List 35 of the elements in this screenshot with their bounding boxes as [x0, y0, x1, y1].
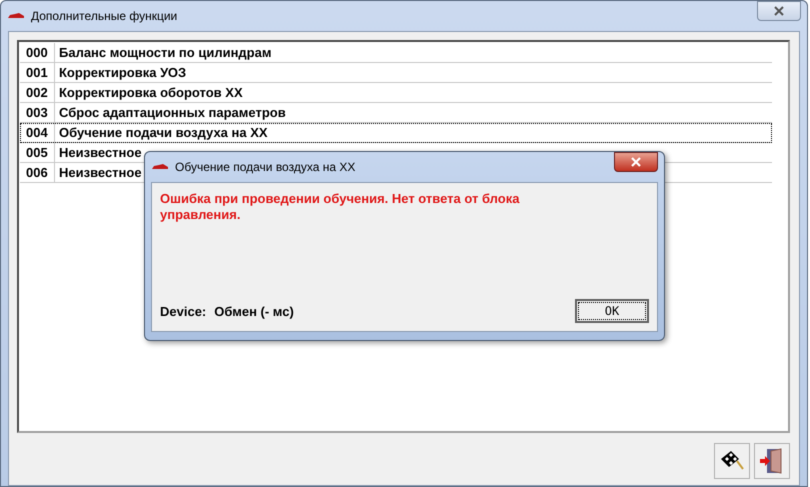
- close-icon: [630, 157, 642, 167]
- function-row[interactable]: 001 Корректировка УОЗ: [20, 63, 772, 83]
- error-message: Ошибка при проведении обучения. Нет ответа от блока управления.: [160, 191, 520, 223]
- door-exit-icon: [760, 448, 782, 474]
- finish-flag-button[interactable]: [714, 443, 750, 479]
- code-cell: 002: [20, 83, 55, 102]
- name-cell-text: Корректировка УОЗ: [58, 65, 186, 80]
- code-cell: 005: [20, 143, 55, 162]
- close-button[interactable]: [757, 1, 801, 21]
- code-cell: 006: [20, 163, 55, 182]
- name-cell-text: Корректировка оборотов ХХ: [58, 85, 243, 100]
- device-status: Обмен (- мс): [214, 304, 294, 318]
- device-label: Device:: [160, 304, 206, 318]
- name-cell-text: Неизвестное: [58, 145, 142, 160]
- code-cell: 000: [20, 43, 55, 62]
- function-row[interactable]: 002 Корректировка оборотов ХХ: [20, 83, 772, 103]
- window-title: Дополнительные функции: [31, 9, 178, 23]
- close-icon: [773, 6, 785, 16]
- car-icon: [7, 12, 25, 20]
- function-row[interactable]: 003 Сброс адаптационных параметров: [20, 103, 772, 123]
- name-cell-text: Баланс мощности по цилиндрам: [58, 45, 272, 60]
- name-cell-text: Неизвестное: [58, 165, 142, 180]
- code-cell: 004: [20, 123, 55, 142]
- checkered-flag-icon: [721, 451, 744, 470]
- code-cell: 001: [20, 63, 55, 82]
- code-cell: 003: [20, 103, 55, 122]
- car-icon: [151, 163, 169, 171]
- function-row[interactable]: 004 Обучение подачи воздуха на ХХ: [20, 123, 772, 143]
- ok-button[interactable]: OK: [575, 299, 649, 323]
- function-row[interactable]: 000 Баланс мощности по цилиндрам: [20, 43, 772, 63]
- name-cell-text: Сброс адаптационных параметров: [58, 105, 286, 120]
- close-button[interactable]: [614, 152, 658, 172]
- dialog-title: Обучение подачи воздуха на ХХ: [175, 160, 356, 174]
- exit-door-button[interactable]: [754, 443, 790, 479]
- name-cell-text: Обучение подачи воздуха на ХХ: [58, 125, 268, 140]
